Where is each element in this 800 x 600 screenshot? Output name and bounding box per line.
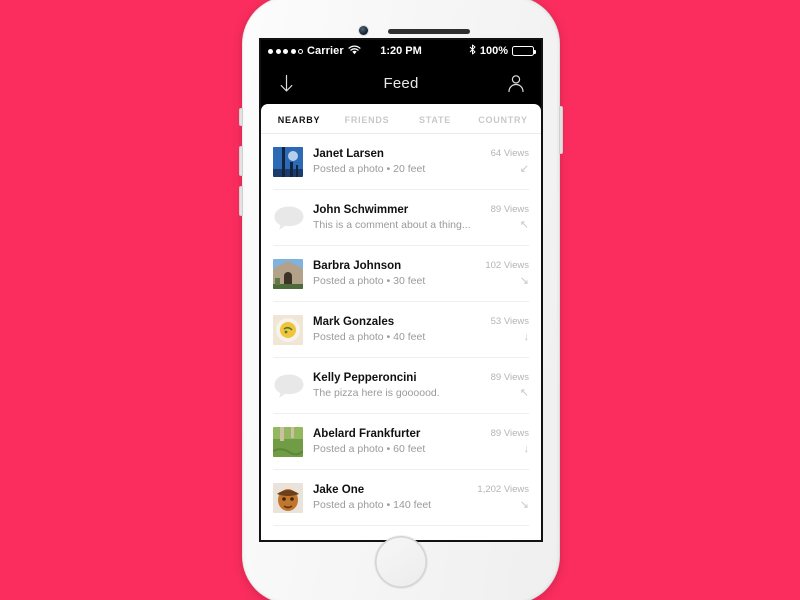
power-button[interactable] xyxy=(559,106,563,154)
direction-arrow-icon: ↙ xyxy=(519,162,529,175)
feed-row-text: Kelly Pepperoncini The pizza here is goo… xyxy=(313,371,485,401)
direction-arrow-icon: ↘ xyxy=(519,498,529,511)
feed-row-text: Jake One Posted a photo • 140 feet xyxy=(313,483,471,513)
feed-row-views: 89 Views xyxy=(490,203,529,215)
feed-row-subtitle: Posted a photo • 40 feet xyxy=(313,330,426,343)
feed-row-views: 89 Views xyxy=(490,427,529,439)
feed-row-subtitle: Posted a photo • 20 feet xyxy=(313,162,426,175)
thumbnail-food-bowl xyxy=(273,314,303,345)
battery-percent-label: 100% xyxy=(479,45,508,57)
profile-person-icon[interactable] xyxy=(505,72,527,94)
page-title: Feed xyxy=(383,74,419,92)
feed-row[interactable]: Mark Gonzales Posted a photo • 40 feet 5… xyxy=(273,302,529,358)
home-button[interactable] xyxy=(375,536,427,588)
feed-row-views: 102 Views xyxy=(485,259,529,271)
signal-strength-icon xyxy=(268,48,303,54)
nav-bar: Feed xyxy=(261,62,541,104)
tab-nearby[interactable]: NEARBY xyxy=(265,113,333,125)
feed-row-text: Abelard Frankfurter Posted a photo • 60 … xyxy=(313,427,485,457)
feed-row-subtitle: Posted a photo • 140 feet xyxy=(313,498,432,511)
bluetooth-icon xyxy=(469,44,476,58)
feed-row[interactable]: John Schwimmer This is a comment about a… xyxy=(273,190,529,246)
feed-row-name: Kelly Pepperoncini xyxy=(313,371,417,384)
feed-row-subtitle: The pizza here is goooood. xyxy=(313,386,440,399)
volume-up-button[interactable] xyxy=(239,146,243,176)
phone-device: Carrier 1:20 PM 100% Feed NEARBY FRIENDS… xyxy=(239,0,563,600)
feed-row-subtitle: This is a comment about a thing... xyxy=(313,218,471,231)
feed-row-name: Mark Gonzales xyxy=(313,315,395,328)
earpiece-speaker xyxy=(388,29,470,34)
wifi-icon xyxy=(348,45,361,58)
direction-arrow-icon: ↘ xyxy=(519,274,529,287)
feed-row[interactable]: Jake One Posted a photo • 140 feet 1,202… xyxy=(273,470,529,526)
feed-row-name: Jake One xyxy=(313,483,365,496)
feed-row-meta: 1,202 Views ↘ xyxy=(477,483,529,513)
phone-screen: Carrier 1:20 PM 100% Feed NEARBY FRIENDS… xyxy=(261,40,541,540)
front-camera-icon xyxy=(359,26,368,35)
thumbnail-church xyxy=(273,258,303,289)
direction-arrow-icon: ↖ xyxy=(519,386,529,399)
tab-bar: NEARBY FRIENDS STATE COUNTRY xyxy=(261,104,541,134)
direction-arrow-icon: ↓ xyxy=(523,442,530,455)
carrier-label: Carrier xyxy=(307,45,344,57)
feed-row-name: John Schwimmer xyxy=(313,203,409,216)
thumbnail-streetlight xyxy=(273,146,303,177)
feed-row-text: John Schwimmer This is a comment about a… xyxy=(313,203,485,233)
feed-row[interactable]: Barbra Johnson Posted a photo • 30 feet … xyxy=(273,246,529,302)
feed-row-views: 1,202 Views xyxy=(477,483,529,495)
volume-down-button[interactable] xyxy=(239,186,243,216)
feed-row[interactable]: Abelard Frankfurter Posted a photo • 60 … xyxy=(273,414,529,470)
feed-row[interactable]: Kelly Pepperoncini The pizza here is goo… xyxy=(273,358,529,414)
feed-row-meta: 102 Views ↘ xyxy=(485,259,529,289)
status-bar-left: Carrier xyxy=(268,45,361,58)
feed-row-text: Janet Larsen Posted a photo • 20 feet xyxy=(313,147,485,177)
feed-row-meta: 53 Views ↓ xyxy=(491,315,529,345)
tab-state[interactable]: STATE xyxy=(401,113,469,125)
tab-friends[interactable]: FRIENDS xyxy=(333,113,401,125)
feed-row-name: Barbra Johnson xyxy=(313,259,402,272)
feed-row-name: Abelard Frankfurter xyxy=(313,427,421,440)
ring-switch-button[interactable] xyxy=(239,108,243,126)
thumbnail-portrait xyxy=(273,482,303,513)
feed-row-text: Mark Gonzales Posted a photo • 40 feet xyxy=(313,315,485,345)
feed-row-views: 89 Views xyxy=(490,371,529,383)
status-bar-right: 100% xyxy=(469,44,536,58)
feed-list: Janet Larsen Posted a photo • 20 feet 64… xyxy=(261,134,541,526)
feed-row-meta: 89 Views ↖ xyxy=(491,371,529,401)
thumbnail-grass xyxy=(273,426,303,457)
direction-arrow-icon: ↖ xyxy=(519,218,529,231)
direction-arrow-icon: ↓ xyxy=(523,330,530,343)
battery-icon xyxy=(512,46,536,56)
content-card: NEARBY FRIENDS STATE COUNTRY Janet Larse… xyxy=(261,104,541,540)
feed-row-meta: 89 Views ↖ xyxy=(491,203,529,233)
feed-row-views: 64 Views xyxy=(490,147,529,159)
feed-row-meta: 89 Views ↓ xyxy=(491,427,529,457)
feed-row-subtitle: Posted a photo • 60 feet xyxy=(313,442,426,455)
download-arrow-icon[interactable] xyxy=(275,72,297,94)
feed-row-subtitle: Posted a photo • 30 feet xyxy=(313,274,426,287)
comment-bubble-icon xyxy=(273,205,305,231)
feed-row-text: Barbra Johnson Posted a photo • 30 feet xyxy=(313,259,479,289)
feed-row-views: 53 Views xyxy=(490,315,529,327)
tab-country[interactable]: COUNTRY xyxy=(469,113,537,125)
comment-bubble-icon xyxy=(273,373,305,399)
feed-row-meta: 64 Views ↙ xyxy=(491,147,529,177)
status-bar: Carrier 1:20 PM 100% xyxy=(261,40,541,62)
feed-row-name: Janet Larsen xyxy=(313,147,384,160)
feed-row[interactable]: Janet Larsen Posted a photo • 20 feet 64… xyxy=(273,134,529,190)
